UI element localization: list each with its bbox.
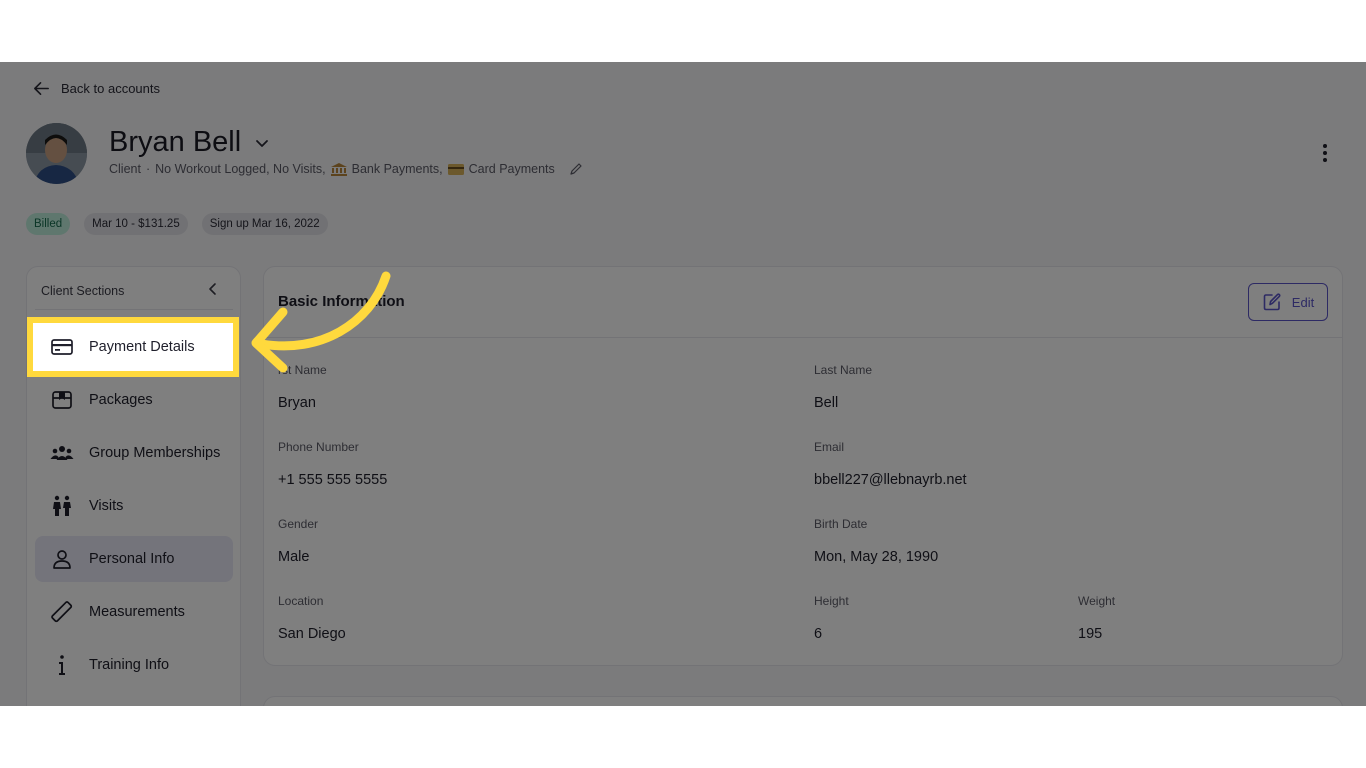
ruler-icon bbox=[51, 601, 73, 623]
edit-label: Edit bbox=[1291, 294, 1315, 310]
client-status: No Workout Logged, No Visits, bbox=[155, 162, 326, 176]
card-title: Basic Information bbox=[278, 293, 405, 310]
edit-button[interactable]: Edit bbox=[1248, 283, 1328, 321]
basic-information-card: Basic Information Edit rst Name Bryan La… bbox=[263, 266, 1343, 666]
back-to-accounts-link[interactable]: Back to accounts bbox=[32, 79, 160, 98]
info-icon bbox=[59, 655, 65, 675]
app-window: Back to accounts Bryan Bell Client · No … bbox=[0, 62, 1366, 706]
last-name-value: Bell bbox=[814, 395, 839, 411]
package-icon bbox=[52, 391, 72, 409]
status-chips: Billed Mar 10 - $131.25 Sign up Mar 16, … bbox=[26, 213, 328, 235]
client-role: Client bbox=[109, 162, 141, 176]
credit-card-icon bbox=[51, 339, 73, 355]
height-label: Height bbox=[814, 594, 849, 608]
card-icon bbox=[447, 163, 464, 175]
subline-separator: · bbox=[145, 162, 151, 176]
bank-payments-label: Bank Payments, bbox=[351, 162, 443, 176]
gender-label: Gender bbox=[278, 517, 319, 531]
sidebar-item-measurements[interactable]: Measurements bbox=[35, 589, 233, 635]
chevron-down-icon[interactable] bbox=[253, 134, 271, 152]
chevron-left-icon[interactable] bbox=[205, 281, 221, 297]
weight-label: Weight bbox=[1078, 594, 1116, 608]
card-divider bbox=[264, 337, 1342, 338]
billed-badge: Billed bbox=[26, 213, 71, 235]
visits-icon bbox=[53, 495, 71, 516]
last-name-label: Last Name bbox=[814, 363, 873, 377]
client-subline: Client · No Workout Logged, No Visits, B… bbox=[109, 162, 584, 176]
location-label: Location bbox=[278, 594, 324, 608]
sidebar-item-label: Visits bbox=[89, 498, 124, 514]
avatar-image bbox=[26, 123, 87, 184]
email-label: Email bbox=[814, 440, 845, 454]
next-section-card bbox=[263, 696, 1343, 706]
more-options-icon[interactable] bbox=[1316, 142, 1334, 164]
back-label: Back to accounts bbox=[61, 81, 160, 96]
sidebar-item-label: Payment Details bbox=[89, 339, 195, 355]
sidebar-item-personal-info[interactable]: Personal Info bbox=[35, 536, 233, 582]
birth-date-label: Birth Date bbox=[814, 517, 868, 531]
bank-icon bbox=[330, 162, 347, 176]
client-sections-sidebar: Client Sections Payment Details Packages… bbox=[26, 266, 241, 706]
phone-label: Phone Number bbox=[278, 440, 359, 454]
sidebar-divider bbox=[35, 309, 233, 310]
first-name-value: Bryan bbox=[278, 395, 316, 411]
sidebar-item-label: Training Info bbox=[89, 657, 170, 673]
sidebar-item-payment-details[interactable]: Payment Details bbox=[27, 317, 239, 377]
avatar[interactable] bbox=[26, 123, 87, 184]
sidebar-item-label: Packages bbox=[89, 392, 153, 408]
email-value: bbell227@llebnayrb.net bbox=[814, 472, 967, 488]
card-payments-label: Card Payments bbox=[468, 162, 555, 176]
sidebar-title: Client Sections bbox=[41, 284, 125, 298]
client-name-text: Bryan Bell bbox=[109, 126, 242, 158]
birth-date-value: Mon, May 28, 1990 bbox=[814, 549, 939, 565]
client-name[interactable]: Bryan Bell bbox=[109, 126, 271, 159]
arrow-left-icon bbox=[34, 81, 49, 96]
person-icon bbox=[53, 550, 71, 569]
weight-value: 195 bbox=[1078, 626, 1103, 642]
sidebar-item-label: Personal Info bbox=[89, 551, 175, 567]
location-value: San Diego bbox=[278, 626, 346, 642]
first-name-label: rst Name bbox=[278, 363, 327, 377]
signup-badge: Sign up Mar 16, 2022 bbox=[201, 213, 328, 235]
height-value: 6 bbox=[814, 626, 823, 642]
sidebar-item-training-info[interactable]: Training Info bbox=[35, 642, 233, 688]
last-charge-badge: Mar 10 - $131.25 bbox=[84, 213, 188, 235]
gender-value: Male bbox=[278, 549, 310, 565]
sidebar-item-label: Group Memberships bbox=[89, 445, 221, 461]
pencil-icon[interactable] bbox=[568, 162, 584, 176]
sidebar-item-label: Measurements bbox=[89, 604, 185, 620]
sidebar-item-visits[interactable]: Visits bbox=[35, 483, 233, 529]
phone-value: +1 555 555 5555 bbox=[278, 472, 388, 488]
sidebar-item-group-memberships[interactable]: Group Memberships bbox=[35, 430, 233, 476]
group-icon bbox=[50, 446, 74, 460]
edit-icon bbox=[1263, 293, 1281, 311]
sidebar-item-packages[interactable]: Packages bbox=[35, 377, 233, 423]
